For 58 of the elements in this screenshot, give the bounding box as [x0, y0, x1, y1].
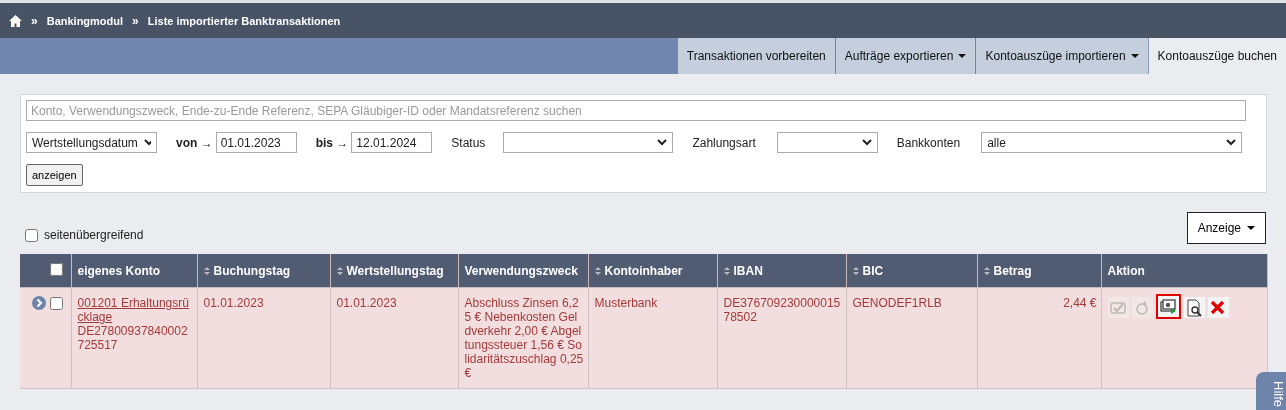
action-button[interactable] [1155, 294, 1181, 319]
filter-label: Status [451, 135, 486, 150]
to-date-field[interactable]: 12.01.2024 [351, 132, 433, 153]
breadcrumb-separator: » [31, 13, 38, 28]
filter-label: Bankkonten [896, 135, 961, 150]
payment-type-dropdown[interactable] [776, 132, 878, 153]
breadcrumb-link[interactable]: Bankingmodul [46, 14, 124, 27]
show-button[interactable]: anzeigen [26, 164, 83, 186]
status-dropdown[interactable] [503, 132, 674, 153]
action-button[interactable] [1183, 297, 1205, 318]
column-header: Aktion [1101, 254, 1267, 288]
range-label: von → [176, 135, 213, 150]
undo-icon [1133, 298, 1151, 317]
help-tab[interactable]: Hilfe [1256, 372, 1286, 410]
row-checkbox[interactable] [49, 296, 63, 310]
column-header[interactable]: IBAN [717, 254, 846, 288]
table-cell: Abschluss Zinsen 6,25 € Nebenkosten Geldverkehr 2,00 € Abgeltungssteuer 1,56 € Solidaritätszuschlag 0,25 € [458, 287, 588, 389]
column-header[interactable]: Wertstellungstag [330, 254, 458, 288]
across-pages-checkbox[interactable] [25, 228, 38, 242]
table-cell: 2,44 € [977, 287, 1101, 389]
account-link[interactable]: 001201 Erhaltungsrücklage [77, 296, 193, 324]
search-field[interactable]: Konto, Verwendungszweck, Ende-zu-Ende Referenz, SEPA Gläubiger-ID oder Mandatsreferenz suchen [26, 100, 1246, 121]
breadcrumb-current: Liste importierter Banktransaktionen [147, 14, 341, 27]
from-date-field[interactable]: 01.01.2023 [215, 132, 297, 153]
breadcrumb-separator: » [132, 13, 139, 28]
select-all-checkbox[interactable] [49, 262, 63, 276]
money-play-icon [1159, 297, 1177, 316]
table-cell: 01.01.2023 [197, 287, 330, 389]
table-cell: GENODEF1RLB [846, 287, 977, 389]
chevron-down-icon [1226, 139, 1237, 146]
chevron-down-icon [861, 139, 872, 146]
nav-tab[interactable]: Kontoauszüge importieren [975, 38, 1148, 74]
document-search-icon [1185, 298, 1203, 317]
column-header: eigenes Konto [71, 254, 197, 288]
close-icon [1209, 298, 1227, 317]
nav-tab[interactable]: Transaktionen vorbereiten [676, 38, 835, 74]
home-icon[interactable] [9, 14, 22, 27]
date-field-dropdown[interactable]: Wertstellungsdatum [26, 132, 157, 153]
chevron-down-icon [657, 139, 668, 146]
nav-tab[interactable]: Kontoauszüge buchen [1147, 38, 1286, 74]
table-cell: 01.01.2023 [330, 287, 458, 389]
column-header[interactable]: Buchungstag [197, 254, 330, 288]
nav-tab[interactable]: Aufträge exportieren [834, 38, 976, 74]
range-label: bis → [315, 135, 349, 150]
expand-icon[interactable] [31, 296, 46, 310]
account-iban: DE27800937840002725517 [77, 324, 189, 352]
table-cell: DE37670923000001578502 [717, 287, 846, 389]
bank-accounts-dropdown[interactable]: alle [981, 132, 1243, 153]
chevron-down-icon [143, 139, 151, 146]
checkbox-label: seitenübergreifend [44, 228, 144, 242]
filter-label: Zahlungsart [692, 135, 756, 150]
column-header[interactable]: BIC [846, 254, 977, 288]
caret-icon [1247, 226, 1255, 230]
display-button[interactable]: Anzeige [1186, 212, 1266, 244]
column-header[interactable]: Betrag [977, 254, 1101, 288]
table-cell: Musterbank [588, 287, 717, 389]
column-header[interactable]: Kontoinhaber [588, 254, 717, 288]
column-header: Verwendungszweck [458, 254, 588, 288]
